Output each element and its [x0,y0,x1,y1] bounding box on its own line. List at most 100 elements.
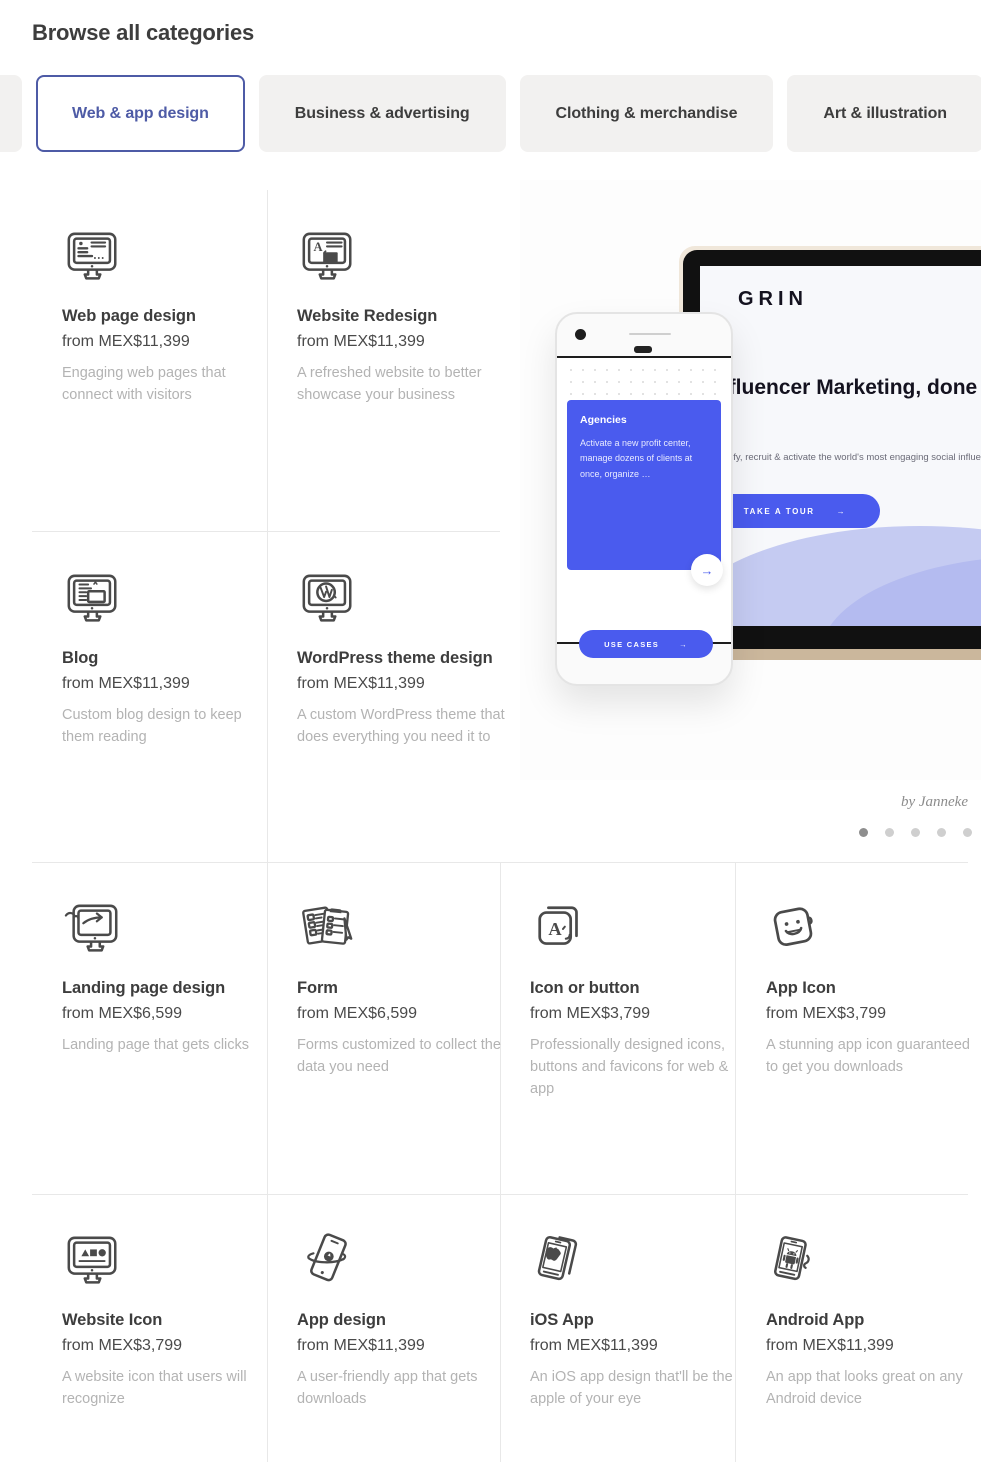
website-icon-icon [62,1232,124,1292]
phone-use-cases-button: USE CASES → [579,630,713,658]
svg-text:A: A [313,240,322,254]
carousel-dot-5[interactable] [963,828,972,837]
card-title: App Icon [766,979,836,997]
tab-art-illustration[interactable]: Art & illustration [787,75,981,152]
card-description: A custom WordPress theme that does every… [297,707,505,746]
arrow-right-icon: → [836,506,847,516]
card-price: from MEX$6,599 [297,1005,418,1023]
mock-site-cta-button: TAKE A TOUR → [710,494,880,528]
tab-web-app-design[interactable]: Web & app design [36,75,245,152]
category-card-website-redesign[interactable]: A Website Redesign from MEX$11,399 A ref… [297,228,512,406]
tab-business-advertising[interactable]: Business & advertising [258,75,506,152]
card-description: An iOS app design that'll be the apple o… [530,1369,733,1408]
card-price: from MEX$6,599 [62,1005,183,1023]
website-redesign-icon: A [297,228,359,288]
card-title: Icon or button [530,979,640,997]
phone-screen: Agencies Activate a new profit center, m… [557,356,731,644]
phone-card-title: Agencies [580,414,627,426]
mock-cta-label: TAKE A TOUR [743,506,815,516]
card-price: from MEX$11,399 [62,675,190,693]
carousel-dot-3[interactable] [911,828,920,837]
mock-site-logo: GRIN [738,288,808,310]
card-price: from MEX$3,799 [766,1005,887,1023]
promo-image[interactable]: GRIN Product Use Cases Influencer Market… [520,180,981,780]
card-description: An app that looks great on any Android d… [766,1369,963,1408]
card-price: from MEX$11,399 [297,1337,425,1355]
android-app-icon [766,1232,828,1292]
phone-top-bezel [557,314,731,356]
card-description: A stunning app icon guaranteed to get yo… [766,1037,970,1076]
mock-site-nav: GRIN Product Use Cases [738,288,981,311]
card-price: from MEX$11,399 [297,333,425,351]
phone-sensor-line [629,333,671,335]
card-title: WordPress theme design [297,649,493,667]
blog-icon [62,570,124,630]
svg-text:A: A [548,919,562,939]
card-price: from MEX$11,399 [530,1337,658,1355]
card-price: from MEX$11,399 [766,1337,894,1355]
promo-credit: by Janneke [900,794,968,810]
category-card-app-design[interactable]: App design from MEX$11,399 A user-friend… [297,1232,512,1410]
mock-site-headline: Influencer Marketing, done right [710,376,981,399]
category-card-app-icon[interactable]: App Icon from MEX$3,799 A stunning app i… [766,900,981,1078]
card-description: Engaging web pages that connect with vis… [62,365,226,404]
tab-partial-previous[interactable] [0,75,22,152]
category-card-web-page-design[interactable]: Web page design from MEX$11,399 Engaging… [62,228,277,406]
carousel-dot-1[interactable] [859,828,868,837]
app-design-icon [297,1232,359,1292]
category-card-website-icon[interactable]: Website Icon from MEX$3,799 A website ic… [62,1232,277,1410]
card-description: Custom blog design to keep them reading [62,707,242,746]
tab-clothing-merchandise[interactable]: Clothing & merchandise [519,75,774,152]
laptop-screen: GRIN Product Use Cases Influencer Market… [700,266,981,626]
phone-camera-icon [575,329,586,340]
mock-site-subtext: Identify, recruit & activate the world's… [710,452,981,463]
category-grid: Web page design from MEX$11,399 Engaging… [0,180,981,1462]
card-description: A website icon that users will recognize [62,1369,247,1408]
card-description: Professionally designed icons, buttons a… [530,1037,729,1098]
category-card-android-app[interactable]: Android App from MEX$11,399 An app that … [766,1232,981,1410]
card-description: Landing page that gets clicks [62,1037,250,1054]
category-card-wordpress-theme-design[interactable]: WordPress theme design from MEX$11,399 A… [297,570,512,748]
card-title: iOS App [530,1311,594,1329]
card-price: from MEX$3,799 [530,1005,651,1023]
landing-page-icon [62,900,124,960]
wordpress-theme-icon [297,570,359,630]
ios-app-icon [530,1232,592,1292]
form-icon [297,900,359,960]
phone-button-label: USE CASES [604,639,660,649]
card-title: Website Redesign [297,307,438,325]
card-price: from MEX$11,399 [62,333,190,351]
card-title: Blog [62,649,99,667]
card-title: Landing page design [62,979,226,997]
icon-or-button-icon: A [530,900,592,960]
card-description: A user-friendly app that gets downloads [297,1369,478,1408]
phone-mockup: Agencies Activate a new profit center, m… [555,312,733,686]
category-card-landing-page-design[interactable]: Landing page design from MEX$6,599 Landi… [62,900,277,1056]
category-tabs: Web & app design Business & advertising … [0,75,981,155]
category-card-form[interactable]: Form from MEX$6,599 Forms customized to … [297,900,512,1078]
arrow-right-icon: → [679,639,688,649]
category-card-icon-or-button[interactable]: A Icon or button from MEX$3,799 Professi… [530,900,745,1100]
app-icon-icon [766,900,828,960]
page-title: Browse all categories [32,20,255,45]
phone-speaker-icon [634,346,652,353]
card-price: from MEX$11,399 [297,675,425,693]
carousel-dot-4[interactable] [937,828,946,837]
phone-dot-pattern [565,364,723,398]
card-description: A refreshed website to better showcase y… [297,365,482,404]
card-title: Android App [766,1311,865,1329]
carousel-dot-2[interactable] [885,828,894,837]
category-card-blog[interactable]: Blog from MEX$11,399 Custom blog design … [62,570,277,748]
card-description: Forms customized to collect the data you… [297,1037,501,1076]
phone-card-text: Activate a new profit center, manage doz… [580,438,693,479]
card-price: from MEX$3,799 [62,1337,183,1355]
grid-divider-horizontal [32,531,500,532]
phone-content-card: Agencies Activate a new profit center, m… [567,400,723,586]
card-title: Form [297,979,338,997]
carousel-dots[interactable] [859,828,972,837]
card-title: App design [297,1311,386,1329]
card-title: Website Icon [62,1311,163,1329]
promo-carousel[interactable]: GRIN Product Use Cases Influencer Market… [520,180,981,860]
browse-categories-page: Browse all categories Web & app design B… [0,0,981,1462]
category-card-ios-app[interactable]: iOS App from MEX$11,399 An iOS app desig… [530,1232,745,1410]
